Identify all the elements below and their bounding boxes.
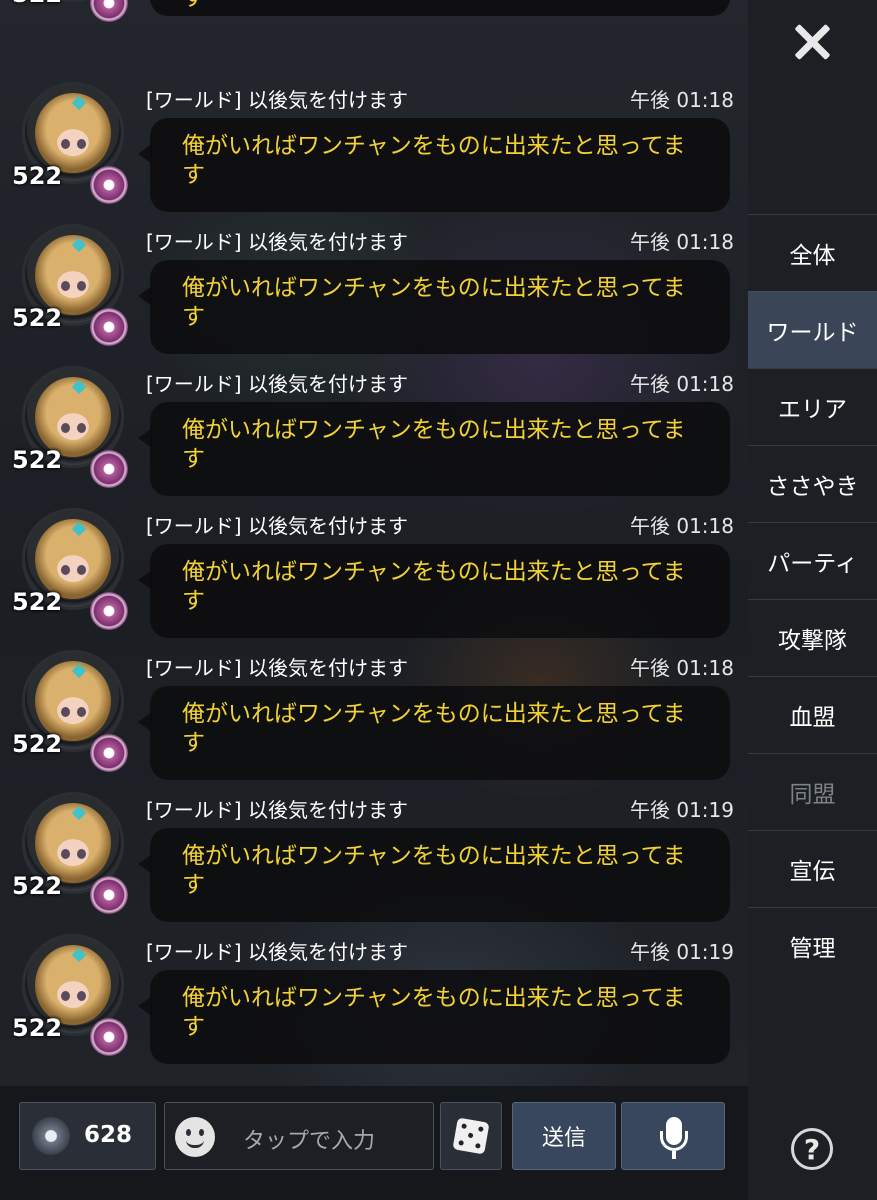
chat-log[interactable]: 522 す 522[ワールド] 以後気を付けます午後 01:18俺がいればワンチ… [0, 0, 748, 1080]
message-bubble: 俺がいればワンチャンをものに出来たと思ってます [138, 970, 730, 1064]
rank-badge-icon [90, 308, 128, 346]
message-text: 俺がいればワンチャンをものに出来たと思ってます [182, 275, 686, 330]
chat-message: 522 [ワールド] 以後気を付けます 午後 01:18 俺がいればワンチャンをものに… [0, 508, 748, 650]
message-header: [ワールド] 以後気を付けます 午後 01:18 [146, 226, 734, 254]
chat-message: 522 [ワールド] 以後気を付けます 午後 01:18 俺がいればワンチャンをものに… [0, 224, 748, 366]
message-header: [ワールド] 以後気を付けます 午後 01:19 [146, 936, 734, 964]
message-time: 午後 01:18 [630, 514, 734, 538]
channel-label[interactable]: [ワールド] 以後気を付けます [146, 84, 408, 113]
tab-7[interactable]: 同盟 [748, 753, 877, 830]
channel-label[interactable]: [ワールド] 以後気を付けます [146, 226, 408, 255]
tab-5[interactable]: 攻撃隊 [748, 599, 877, 676]
message-text: 俺がいればワンチャンをものに出来たと思ってます [182, 701, 686, 756]
player-level: 522 [12, 730, 63, 758]
currency-value: 628 [84, 1122, 133, 1148]
chat-message: 522 す [0, 0, 748, 42]
message-header: [ワールド] 以後気を付けます 午後 01:19 [146, 794, 734, 822]
tab-1[interactable]: ワールド [748, 291, 877, 368]
message-time: 午後 01:19 [630, 940, 734, 964]
rank-badge-icon [90, 1018, 128, 1056]
currency-display[interactable]: 628 [19, 1102, 156, 1170]
chat-message: 522 [ワールド] 以後気を付けます 午後 01:18 俺がいればワンチャンをものに… [0, 650, 748, 792]
tab-4[interactable]: パーティ [748, 522, 877, 599]
rank-badge-icon [90, 592, 128, 630]
chat-input[interactable]: タップで入力 [164, 1102, 434, 1170]
rank-badge-icon [90, 734, 128, 772]
message-header: [ワールド] 以後気を付けます 午後 01:18 [146, 652, 734, 680]
message-bubble: 俺がいればワンチャンをものに出来たと思ってます [138, 402, 730, 496]
tab-0[interactable]: 全体 [748, 214, 877, 291]
help-icon[interactable]: ? [791, 1128, 833, 1170]
rank-badge-icon [90, 876, 128, 914]
tab-6[interactable]: 血盟 [748, 676, 877, 753]
message-text: 俺がいればワンチャンをものに出来たと思ってます [182, 985, 686, 1040]
gem-icon [32, 1117, 70, 1155]
player-level: 522 [12, 1014, 63, 1042]
message-text: 俺がいればワンチャンをものに出来たと思ってます [182, 843, 686, 898]
channel-label[interactable]: [ワールド] 以後気を付けます [146, 510, 408, 539]
rank-badge-icon [90, 450, 128, 488]
close-icon[interactable] [790, 20, 834, 64]
channel-label[interactable]: [ワールド] 以後気を付けます [146, 936, 408, 965]
message-time: 午後 01:18 [630, 230, 734, 254]
channel-label[interactable]: [ワールド] 以後気を付けます [146, 794, 408, 823]
message-header: [ワールド] 以後気を付けます 午後 01:18 [146, 368, 734, 396]
message-text: 俺がいればワンチャンをものに出来たと思ってます [182, 417, 686, 472]
tab-9[interactable]: 管理 [748, 907, 877, 984]
message-time: 午後 01:18 [630, 372, 734, 396]
smiley-icon[interactable] [175, 1117, 215, 1157]
chat-message: 522 [ワールド] 以後気を付けます 午後 01:19 俺がいればワンチャンをものに… [0, 792, 748, 934]
player-level: 522 [12, 304, 63, 332]
rank-badge-icon [90, 0, 128, 22]
chat-message: 522 [ワールド] 以後気を付けます 午後 01:18 俺がいればワンチャンをものに… [0, 366, 748, 508]
message-bubble: 俺がいればワンチャンをものに出来たと思ってます [138, 118, 730, 212]
message-time: 午後 01:18 [630, 656, 734, 680]
message-time: 午後 01:18 [630, 88, 734, 112]
message-bubble: 俺がいればワンチャンをものに出来たと思ってます [138, 544, 730, 638]
dice-icon [452, 1117, 490, 1155]
message-text: す [182, 0, 702, 13]
message-text: 俺がいればワンチャンをものに出来たと思ってます [182, 133, 686, 188]
tab-8[interactable]: 宣伝 [748, 830, 877, 907]
player-level: 522 [12, 162, 63, 190]
channel-label[interactable]: [ワールド] 以後気を付けます [146, 368, 408, 397]
player-level: 522 [12, 588, 63, 616]
rank-badge-icon [90, 166, 128, 204]
message-text: 俺がいればワンチャンをものに出来たと思ってます [182, 559, 686, 614]
message-header: [ワールド] 以後気を付けます 午後 01:18 [146, 84, 734, 112]
message-bubble: 俺がいればワンチャンをものに出来たと思ってます [138, 260, 730, 354]
message-bubble: 俺がいればワンチャンをものに出来たと思ってます [138, 828, 730, 922]
player-level: 522 [12, 872, 63, 900]
player-level: 522 [12, 446, 63, 474]
player-level: 522 [12, 0, 62, 8]
message-bubble: す [150, 0, 730, 16]
chat-message: 522 [ワールド] 以後気を付けます 午後 01:18 俺がいればワンチャンをものに… [0, 82, 748, 224]
chat-message: 522 [ワールド] 以後気を付けます 午後 01:19 俺がいればワンチャンをものに… [0, 934, 748, 1076]
message-header: [ワールド] 以後気を付けます 午後 01:18 [146, 510, 734, 538]
message-time: 午後 01:19 [630, 798, 734, 822]
message-bubble: 俺がいればワンチャンをものに出来たと思ってます [138, 686, 730, 780]
chat-input-placeholder: タップで入力 [243, 1129, 376, 1154]
microphone-button[interactable] [621, 1102, 725, 1170]
send-button[interactable]: 送信 [512, 1102, 616, 1170]
tab-3[interactable]: ささやき [748, 445, 877, 522]
tab-2[interactable]: エリア [748, 368, 877, 445]
dice-button[interactable] [440, 1102, 502, 1170]
channel-label[interactable]: [ワールド] 以後気を付けます [146, 652, 408, 681]
